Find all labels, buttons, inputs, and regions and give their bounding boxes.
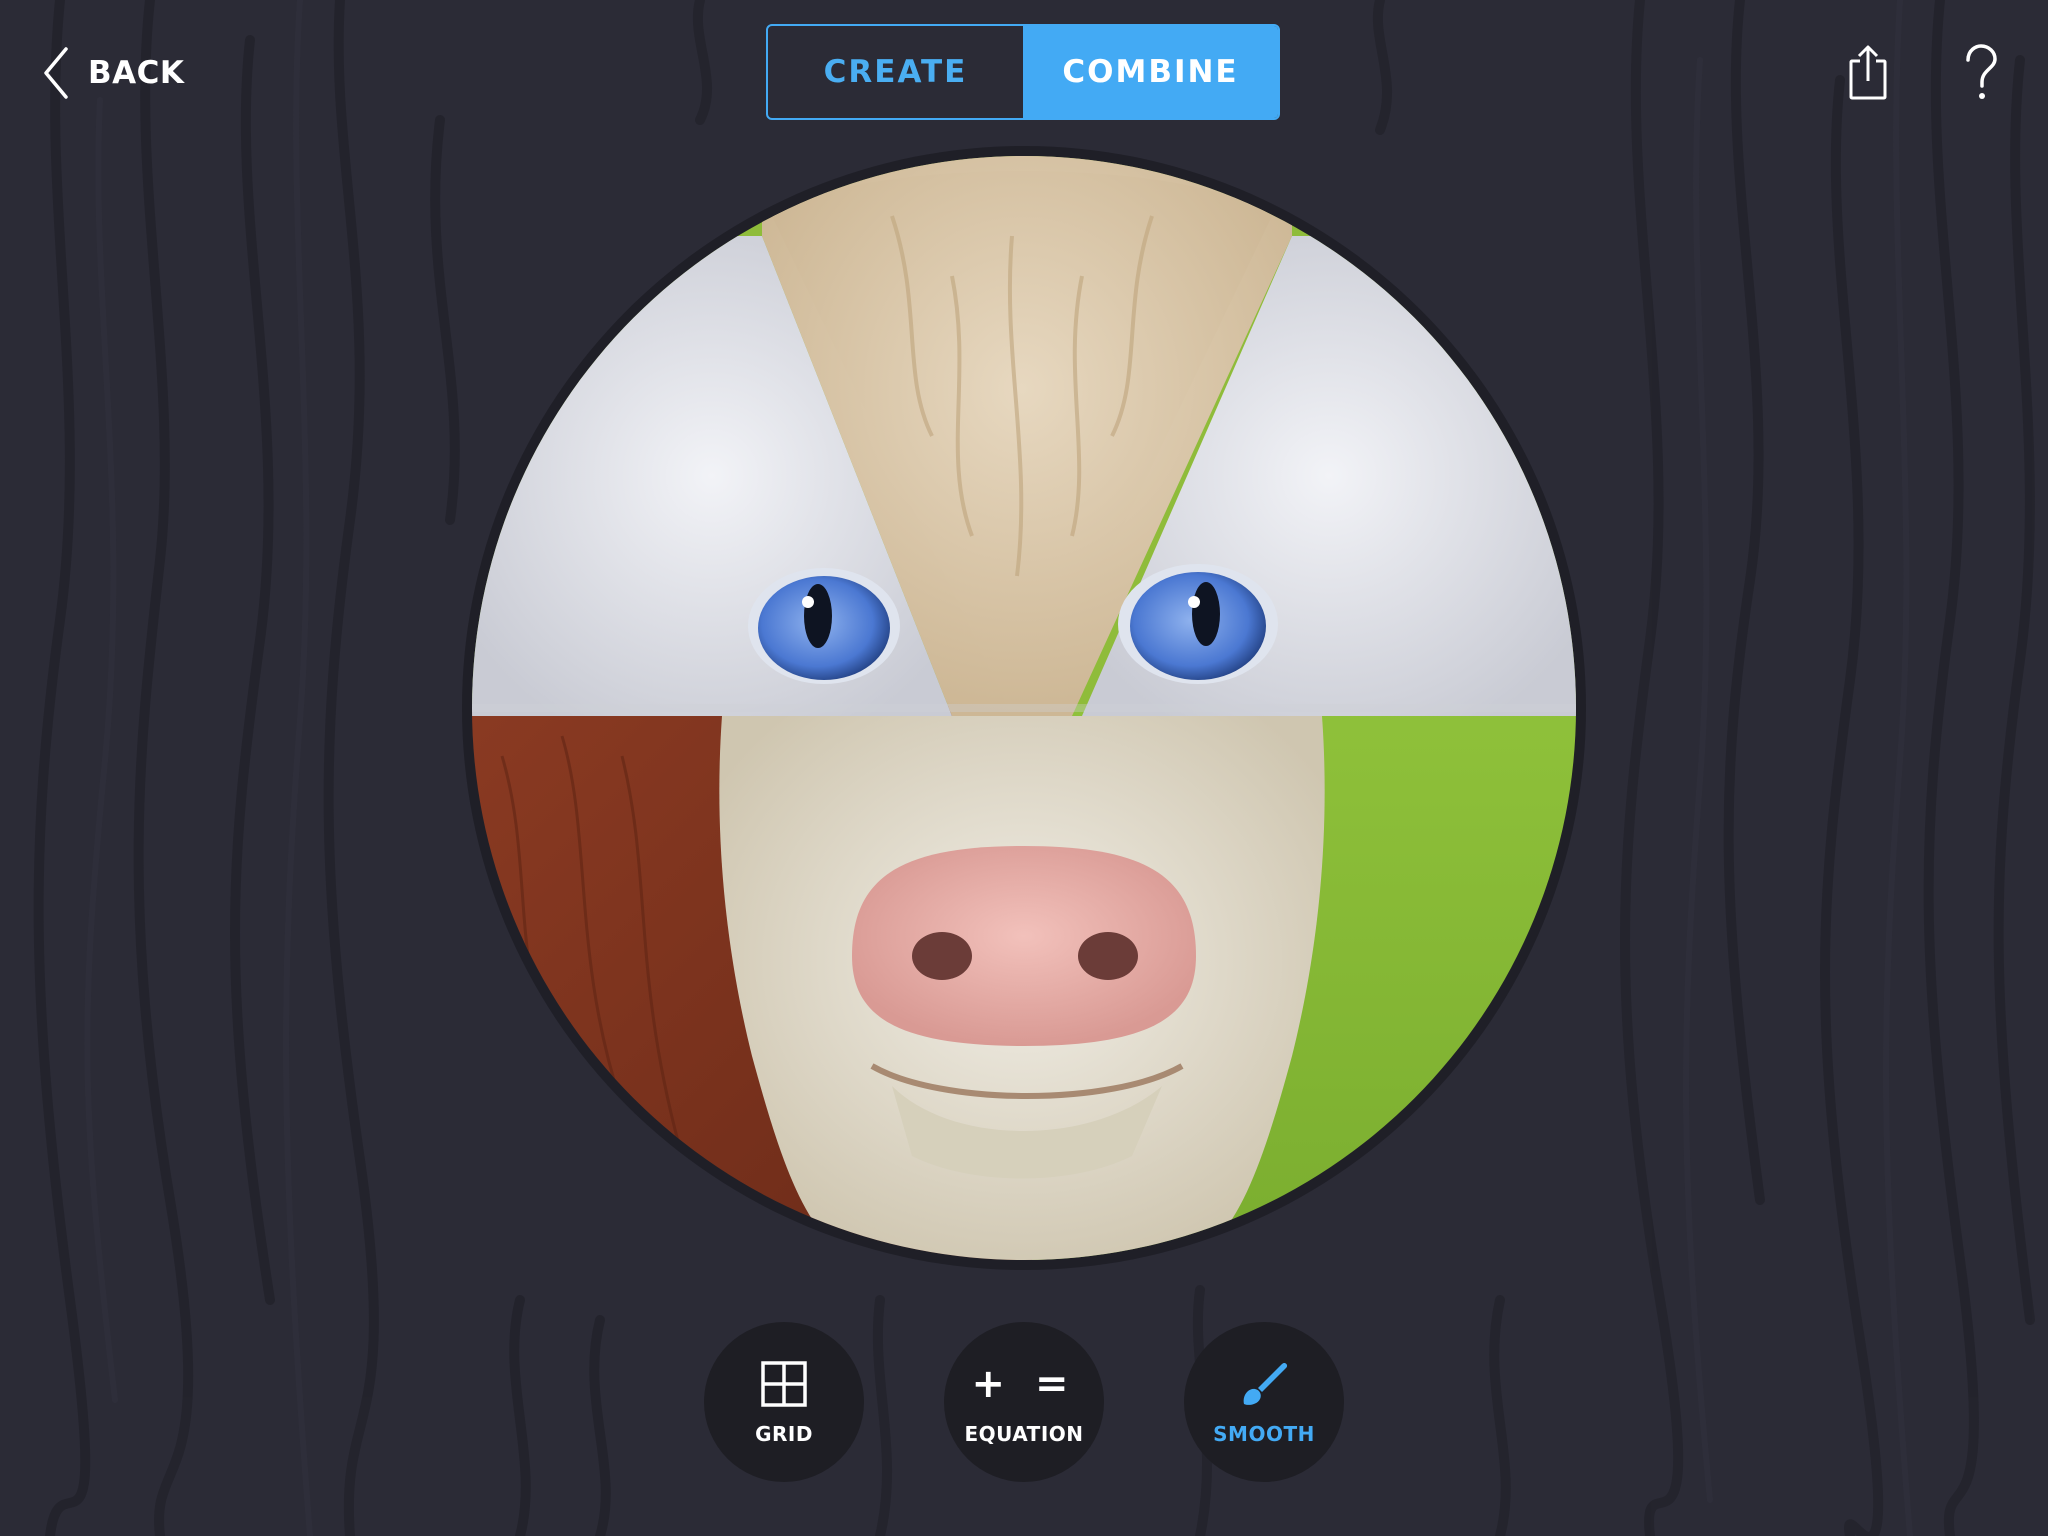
- back-label: BACK: [88, 55, 185, 91]
- back-button[interactable]: BACK: [42, 46, 184, 100]
- share-button[interactable]: [1838, 40, 1898, 106]
- grid-icon: [761, 1361, 807, 1407]
- chevron-left-icon: [44, 47, 68, 99]
- equation-button[interactable]: + = EQUATION: [944, 1322, 1104, 1482]
- smooth-label: SMOOTH: [1213, 1422, 1315, 1446]
- combined-face-canvas[interactable]: [472, 156, 1576, 1260]
- mode-segmented-control: CREATE COMBINE: [766, 24, 1280, 120]
- plus-equals-icon: + =: [971, 1361, 1077, 1407]
- combined-animal-face: [472, 156, 1576, 1260]
- tab-combine[interactable]: COMBINE: [1023, 26, 1278, 118]
- grid-button[interactable]: GRID: [704, 1322, 864, 1482]
- smooth-button[interactable]: SMOOTH: [1184, 1322, 1344, 1482]
- tab-create[interactable]: CREATE: [768, 26, 1023, 118]
- paintbrush-icon: [1243, 1362, 1288, 1405]
- grid-label: GRID: [755, 1422, 813, 1446]
- help-icon: [1966, 44, 1997, 99]
- equation-label: EQUATION: [964, 1422, 1084, 1446]
- share-icon: [1849, 45, 1887, 100]
- help-button[interactable]: [1950, 40, 2010, 106]
